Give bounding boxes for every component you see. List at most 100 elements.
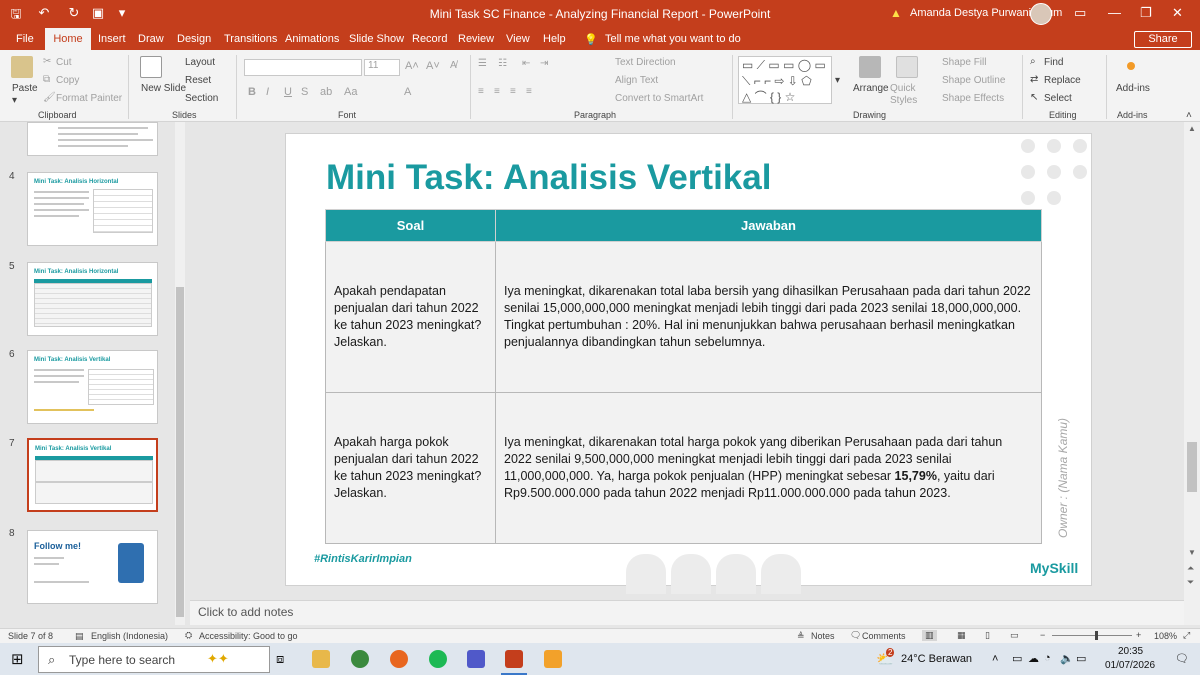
firefox-icon[interactable] [390,650,408,668]
normal-view-icon[interactable]: ▥ [922,630,937,641]
language-status[interactable]: English (Indonesia) [91,631,168,641]
tab-design[interactable]: Design [177,33,211,45]
zoom-level[interactable]: 108% [1154,631,1177,641]
shape-outline-button[interactable]: Shape Outline [942,75,1005,86]
replace-button[interactable]: Replace [1044,75,1081,86]
clock-time[interactable]: 20:35 [1118,646,1143,657]
slide-thumbnail-8[interactable]: Follow me! [27,530,158,604]
italic-icon[interactable]: I [266,86,269,98]
zoom-in-icon[interactable]: + [1136,630,1141,640]
tab-file[interactable]: File [16,33,34,45]
tell-me-search[interactable]: Tell me what you want to do [605,33,741,45]
justify-icon[interactable]: ≡ [526,86,532,97]
fit-slide-icon[interactable]: ⤢ [1183,630,1190,641]
quick-styles-button[interactable]: Quick Styles [890,83,930,107]
layout-button[interactable]: Layout [185,57,215,68]
tab-view[interactable]: View [506,33,530,45]
notes-pane[interactable]: Click to add notes [190,600,1184,625]
app-icon[interactable] [544,650,562,668]
answer-cell[interactable]: Iya meningkat, dikarenakan total harga p… [495,392,1042,544]
new-slide-icon[interactable] [140,56,162,78]
underline-icon[interactable]: U [284,86,292,98]
tab-record[interactable]: Record [412,33,447,45]
addins-button[interactable]: Add-ins [1116,83,1150,94]
minimize-icon[interactable]: — [1108,5,1121,20]
task-view-icon[interactable]: ⧈ [276,651,284,667]
slide-thumbnail-4[interactable]: Mini Task: Analisis Horizontal [27,172,158,246]
scroll-down-icon[interactable]: ▼ [1188,548,1196,557]
paste-button[interactable]: Paste [12,83,38,94]
bold-icon[interactable]: B [248,86,256,98]
quick-styles-icon[interactable] [896,56,918,78]
notes-button[interactable]: Notes [811,631,835,641]
tab-home[interactable]: Home [45,28,91,50]
cut-button[interactable]: Cut [56,57,72,68]
slide-sorter-icon[interactable]: ▦ [957,630,966,641]
tab-help[interactable]: Help [543,33,566,45]
warning-icon[interactable]: ▲ [890,6,902,20]
slideshow-icon[interactable]: ▭ [1010,630,1019,641]
taskbar-search[interactable]: ⌕ Type here to search ✦✦ [38,646,270,673]
answer-cell[interactable]: Iya meningkat, dikarenakan total laba be… [495,241,1042,393]
weather-text[interactable]: 24°C Berawan [901,653,972,665]
thumbnail-scrollbar[interactable] [175,122,185,625]
maximize-icon[interactable]: ❐ [1140,5,1152,21]
bullets-icon[interactable]: ☰ [478,58,487,69]
align-left-icon[interactable]: ≡ [478,86,484,97]
font-name-combobox[interactable] [244,59,362,76]
next-slide-icon[interactable]: ⏷ [1187,577,1194,588]
increase-indent-icon[interactable]: ⇥ [540,58,548,69]
convert-smartart-button[interactable]: Convert to SmartArt [615,93,703,104]
select-button[interactable]: Select [1044,93,1072,104]
shape-effects-button[interactable]: Shape Effects [942,93,1004,104]
paste-dropdown-icon[interactable]: ▾ [12,95,17,106]
find-button[interactable]: Find [1044,57,1063,68]
reset-button[interactable]: Reset [185,75,211,86]
decrease-font-icon[interactable]: A˅ [426,60,440,72]
tab-insert[interactable]: Insert [98,33,126,45]
scroll-up-icon[interactable]: ▲ [1188,124,1196,133]
slide-scrollbar[interactable]: ▲ ▼ ⏶ ⏷ [1184,122,1200,625]
arrange-button[interactable]: Arrange [853,83,889,94]
slide-thumbnail-3[interactable] [27,122,158,156]
file-explorer-icon[interactable] [312,650,330,668]
volume-icon[interactable]: 🔈 [1060,652,1074,665]
slide-thumbnail-6[interactable]: Mini Task: Analisis Vertikal [27,350,158,424]
slide-thumbnail-5[interactable]: Mini Task: Analisis Horizontal [27,262,158,336]
avatar[interactable] [1030,3,1052,25]
copy-button[interactable]: Copy [56,75,79,86]
zoom-slider-track[interactable] [1052,635,1132,636]
cloud-icon[interactable]: ☁ [1028,652,1039,665]
share-button[interactable]: Share [1134,31,1192,48]
previous-slide-icon[interactable]: ⏶ [1187,563,1194,574]
font-size-combobox[interactable]: 11 [364,59,400,76]
increase-font-icon[interactable]: A˄ [405,60,419,72]
paste-icon[interactable] [11,56,33,78]
wifi-icon[interactable]: ◔ [1044,652,1051,664]
header-jawaban[interactable]: Jawaban [495,209,1042,242]
shapes-gallery[interactable]: ▭ ⟋ ▭ ▭ ◯ ▭ ⟍ ⌐ ⌐ ⇨ ⇩ ⬠ △ ⌒ { } ☆ [738,56,832,104]
slide-thumbnail-7-selected[interactable]: Mini Task: Analisis Vertikal [27,438,158,512]
scrollbar-thumb[interactable] [176,287,184,617]
question-cell[interactable]: Apakah pendapatan penjualan dari tahun 2… [325,241,496,393]
spellcheck-icon[interactable]: ▤ [75,631,84,642]
chrome-icon[interactable] [351,650,369,668]
tab-animations[interactable]: Animations [285,33,339,45]
align-right-icon[interactable]: ≡ [510,86,516,97]
tab-draw[interactable]: Draw [138,33,164,45]
clear-formatting-icon[interactable]: A̸ [450,60,457,71]
question-cell[interactable]: Apakah harga pokok penjualan dari tahun … [325,392,496,544]
tab-transitions[interactable]: Transitions [224,33,277,45]
arrange-icon[interactable] [859,56,881,78]
decrease-indent-icon[interactable]: ⇤ [522,58,530,69]
scrollbar-thumb[interactable] [1187,442,1197,492]
shape-fill-button[interactable]: Shape Fill [942,57,986,68]
header-soal[interactable]: Soal [325,209,496,242]
network-icon[interactable]: ▭ [1012,652,1022,665]
reading-view-icon[interactable]: ▯ [985,630,990,641]
battery-icon[interactable]: ▭ [1076,652,1086,665]
close-icon[interactable]: ✕ [1172,5,1183,21]
accessibility-status[interactable]: Accessibility: Good to go [199,631,298,641]
notifications-icon[interactable]: 🗨 [1175,652,1189,665]
teams-icon[interactable] [467,650,485,668]
